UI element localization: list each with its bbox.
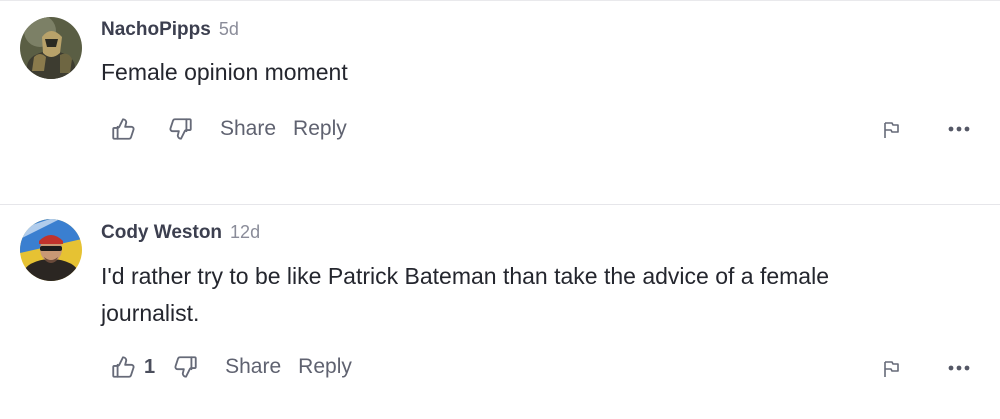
share-button[interactable]: Share — [225, 355, 281, 379]
more-options-button[interactable] — [944, 118, 974, 140]
thumbs-down-icon — [169, 118, 192, 140]
share-button[interactable]: Share — [220, 117, 276, 141]
comment-item: NachoPipps 5d Female opinion moment Shar… — [0, 0, 1000, 205]
timestamp: 12d — [230, 222, 261, 242]
comment-text: I'd rather try to be like Patrick Batema… — [101, 263, 829, 326]
comment-actions: Share Reply — [110, 114, 347, 144]
timestamp: 5d — [218, 19, 239, 39]
reply-button[interactable]: Reply — [298, 355, 352, 379]
comment-header: Cody Weston 12d — [101, 222, 260, 248]
comment-item: Cody Weston 12d I'd rather try to be lik… — [0, 206, 1000, 419]
like-count: 1 — [144, 355, 156, 378]
reply-button[interactable]: Reply — [293, 117, 347, 141]
flag-icon — [884, 122, 899, 138]
avatar[interactable] — [20, 219, 82, 281]
like-button[interactable] — [110, 114, 144, 144]
comment-header: NachoPipps 5d — [101, 19, 239, 45]
more-horizontal-icon — [948, 126, 970, 132]
dislike-button[interactable] — [173, 352, 199, 382]
flag-button[interactable] — [880, 358, 902, 380]
flag-button[interactable] — [880, 119, 902, 141]
dislike-button[interactable] — [168, 114, 194, 144]
more-options-button[interactable] — [944, 357, 974, 379]
flag-icon — [884, 361, 899, 377]
thumbs-down-icon — [174, 356, 197, 378]
comment-actions: 1 Share Reply — [110, 352, 352, 382]
comment-divider — [0, 204, 1000, 205]
like-button[interactable]: 1 — [110, 352, 155, 382]
more-horizontal-icon — [948, 365, 970, 371]
username[interactable]: Cody Weston — [101, 222, 222, 244]
thumbs-up-icon — [112, 356, 135, 378]
comment-text: Female opinion moment — [101, 59, 348, 85]
comment-list: NachoPipps 5d Female opinion moment Shar… — [0, 0, 1000, 419]
username[interactable]: NachoPipps — [101, 19, 211, 41]
thumbs-up-icon — [112, 118, 135, 140]
avatar[interactable] — [20, 17, 82, 79]
